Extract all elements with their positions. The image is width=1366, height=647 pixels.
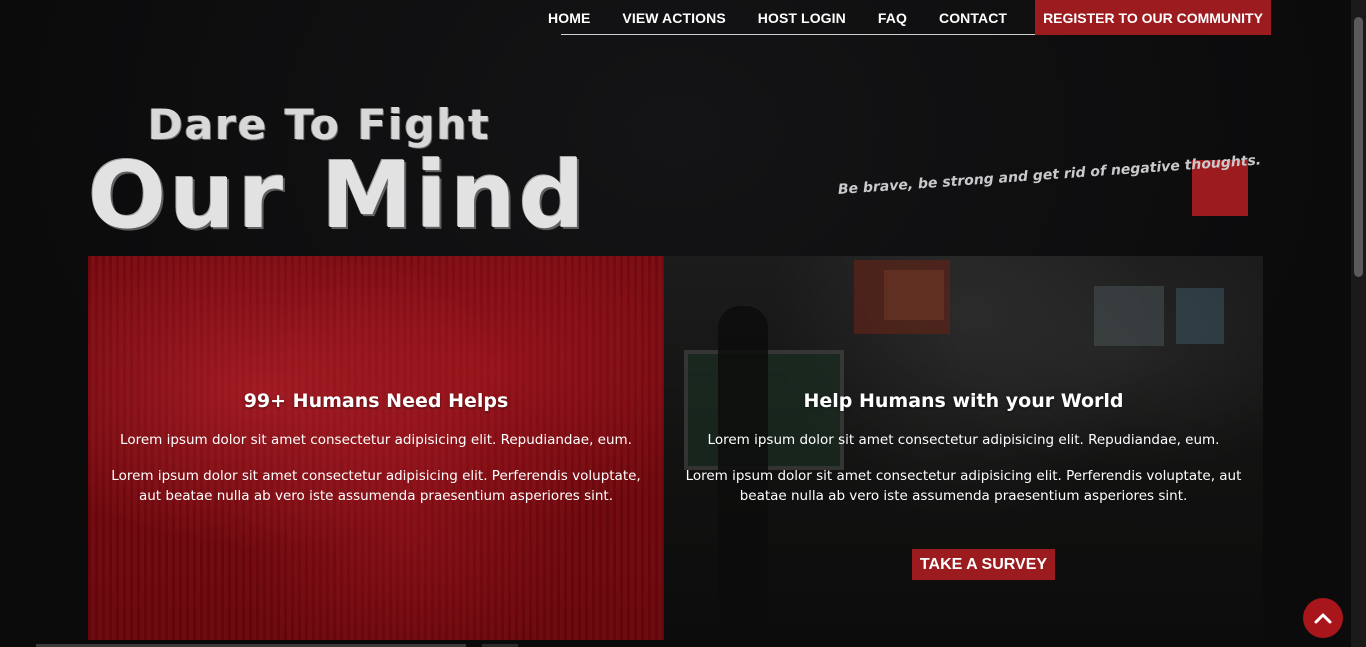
scrollbar-thumb[interactable] — [1354, 17, 1363, 277]
take-survey-button[interactable]: TAKE A SURVEY — [912, 549, 1055, 580]
nav-divider — [561, 34, 1035, 35]
panel-humans-need-help: 99+ Humans Need Helps Lorem ipsum dolor … — [88, 256, 664, 640]
panel-help-humans: Help Humans with your World Lorem ipsum … — [664, 256, 1263, 640]
panel-left-text-1: Lorem ipsum dolor sit amet consectetur a… — [120, 432, 632, 448]
panel-right-content: Help Humans with your World Lorem ipsum … — [664, 390, 1263, 522]
main-nav: HOME VIEW ACTIONS HOST LOGIN FAQ CONTACT — [532, 0, 1023, 36]
panel-right-title: Help Humans with your World — [803, 390, 1124, 412]
hero-heading-line2: Our Mind — [88, 142, 588, 249]
panel-left-title: 99+ Humans Need Helps — [243, 390, 509, 412]
panel-right-text-2: Lorem ipsum dolor sit amet consectetur a… — [685, 468, 1242, 504]
back-to-top-button[interactable] — [1303, 598, 1343, 638]
register-button[interactable]: REGISTER TO OUR COMMUNITY — [1035, 0, 1271, 35]
tagline-block: Be brave, be strong and get rid of negat… — [837, 152, 1268, 216]
nav-faq[interactable]: FAQ — [862, 0, 923, 36]
page: HOME VIEW ACTIONS HOST LOGIN FAQ CONTACT… — [0, 0, 1351, 647]
chevron-up-icon — [1314, 613, 1332, 624]
panel-left-text-2: Lorem ipsum dolor sit amet consectetur a… — [111, 468, 641, 504]
vertical-scrollbar[interactable] — [1351, 0, 1366, 647]
nav-host-login[interactable]: HOST LOGIN — [742, 0, 862, 36]
nav-home[interactable]: HOME — [532, 0, 606, 36]
panel-right-text-1: Lorem ipsum dolor sit amet consectetur a… — [707, 432, 1220, 448]
nav-view-actions[interactable]: VIEW ACTIONS — [606, 0, 741, 36]
nav-contact[interactable]: CONTACT — [923, 0, 1023, 36]
panel-left-content: 99+ Humans Need Helps Lorem ipsum dolor … — [88, 390, 664, 522]
